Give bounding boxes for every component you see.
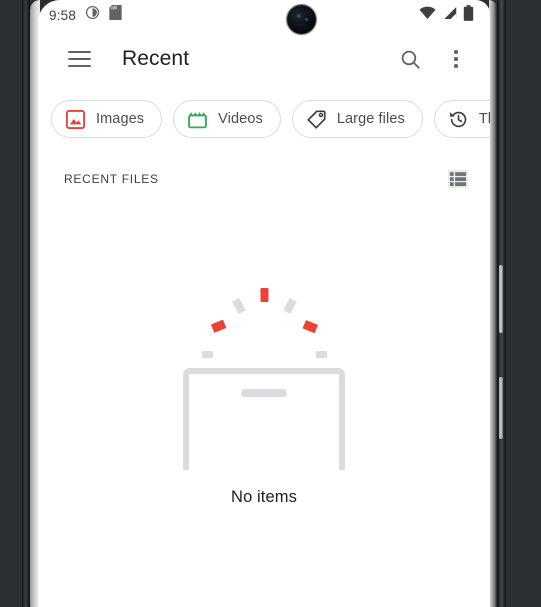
chip-images[interactable]: Images [51, 100, 163, 138]
camera-lens-glint [297, 14, 301, 18]
video-icon [187, 109, 208, 130]
hamburger-menu-icon[interactable] [59, 39, 99, 79]
front-camera-icon [287, 5, 316, 34]
volume-button[interactable] [499, 265, 503, 333]
status-bar-clock: 9:58 [49, 7, 77, 23]
chip-large-files[interactable]: Large files [291, 100, 423, 138]
chip-label: This [478, 111, 490, 127]
chip-label: Large files [336, 111, 405, 127]
section-header: RECENT FILES [38, 160, 490, 198]
app-bar: Recent [38, 33, 490, 85]
list-view-icon[interactable] [443, 164, 473, 194]
image-icon [65, 109, 86, 130]
chip-videos[interactable]: Videos [173, 100, 281, 138]
status-bar-left: 9:58 [49, 5, 122, 25]
cell-signal-icon [442, 6, 457, 25]
section-title: RECENT FILES [64, 172, 159, 186]
chip-label: Images [96, 111, 145, 127]
app-bar-actions [390, 39, 476, 79]
phone-left-bezel [22, 0, 30, 607]
empty-box-with-confetti-illustration [169, 255, 359, 481]
sd-card-icon [109, 5, 122, 25]
empty-state: No items [38, 255, 490, 507]
battery-icon [463, 4, 474, 26]
page-title: Recent [122, 47, 190, 70]
tag-icon [306, 109, 327, 130]
status-bar-right [419, 4, 474, 26]
phone-screen: 9:58 Recent Images Videos Large files T … [38, 0, 490, 607]
power-button[interactable] [499, 377, 503, 439]
empty-state-message: No items [231, 488, 297, 506]
search-icon[interactable] [390, 39, 430, 79]
more-vert-icon[interactable] [436, 39, 476, 79]
wifi-icon [419, 6, 436, 25]
phone-right-edge-highlight [489, 0, 497, 607]
clock-icon [85, 5, 100, 25]
status-bar: 9:58 [38, 0, 490, 30]
chip-label: Videos [218, 111, 263, 127]
camera-lens-glint-secondary [305, 18, 308, 21]
filter-chips-row: Images Videos Large files T [38, 99, 490, 139]
chip-this-week[interactable]: This [433, 100, 490, 138]
history-icon [448, 109, 469, 130]
